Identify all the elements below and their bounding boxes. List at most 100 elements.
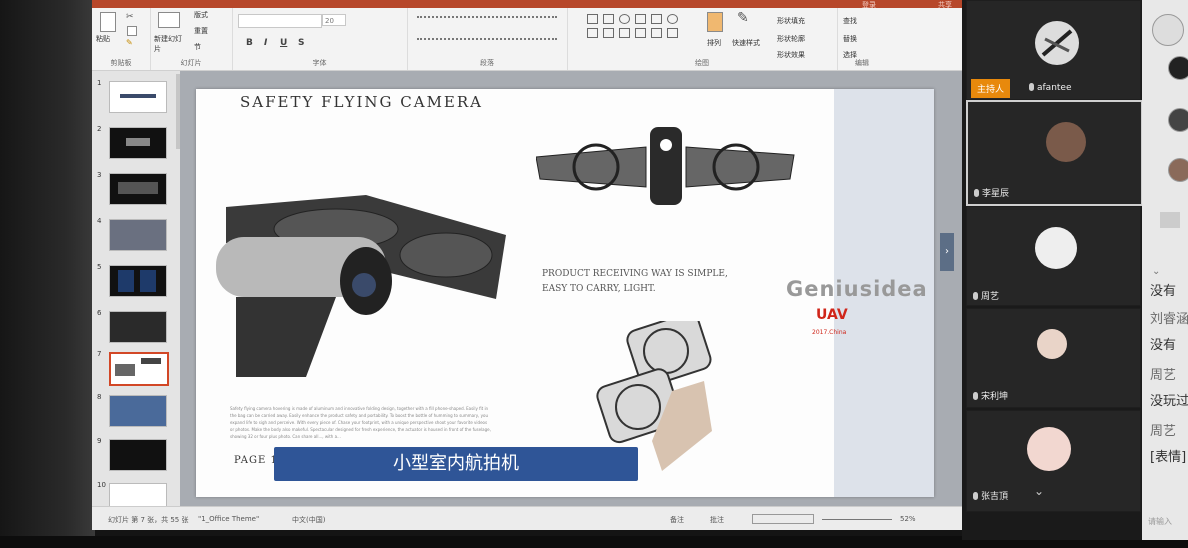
comments-button[interactable]: 批注: [710, 515, 724, 525]
thumbnail-number: 4: [97, 217, 102, 225]
ribbon: 粘贴 ✂ ✎ 剪贴板 新建幻灯片 版式 重置 节 幻灯片 20 B I U S …: [92, 8, 962, 71]
reset-button[interactable]: 重置: [194, 26, 208, 36]
italic-button[interactable]: I: [264, 38, 267, 48]
slide-title: SAFETY FLYING CAMERA: [240, 93, 483, 111]
arrange-button[interactable]: 排列: [707, 38, 721, 48]
theme-status: "1_Office Theme": [198, 515, 260, 523]
status-bar: 幻灯片 第 7 张，共 55 张 "1_Office Theme" 中文(中国)…: [92, 506, 962, 530]
participant-avatar: [1035, 227, 1077, 269]
chat-sender: 周艺: [1150, 368, 1177, 383]
participant-tile[interactable]: 周艺: [966, 206, 1141, 306]
list-buttons[interactable]: [417, 16, 557, 26]
font-name-input[interactable]: [238, 14, 322, 28]
microphone-icon: [973, 492, 978, 500]
editing-group: 查找 替换 选择 编辑: [837, 8, 887, 70]
paste-icon[interactable]: [100, 12, 116, 32]
powerpoint-window: 登录 共享 粘贴 ✂ ✎ 剪贴板 新建幻灯片 版式 重置 节 幻灯片 20 B …: [92, 0, 962, 530]
new-slide-icon[interactable]: [158, 12, 180, 28]
participant-tile[interactable]: 宋利坤: [966, 308, 1141, 408]
participant-name: 李星辰: [974, 186, 1009, 199]
zoom-level[interactable]: 52%: [900, 515, 916, 523]
participant-name-text: afantee: [1037, 83, 1072, 93]
shape-outline-button[interactable]: 形状轮廓: [777, 34, 805, 44]
format-painter-icon[interactable]: ✎: [126, 38, 133, 47]
participant-avatar: [1027, 427, 1071, 471]
participant-avatar: [1035, 21, 1079, 65]
participant-tile-speaking[interactable]: 李星辰: [966, 100, 1143, 206]
new-slide-button[interactable]: 新建幻灯片: [154, 34, 186, 54]
participant-name: 宋利坤: [973, 389, 1008, 402]
current-slide[interactable]: SAFETY FLYING CAMERA PRODUCT RECEIVING W…: [196, 89, 934, 497]
thumbnail-number: 9: [97, 437, 102, 445]
participant-tile[interactable]: 张吉頂: [966, 410, 1141, 512]
chevron-down-icon[interactable]: ⌄: [1152, 266, 1160, 277]
slides-group-label: 幻灯片: [180, 59, 202, 67]
paste-button[interactable]: 粘贴: [96, 34, 110, 44]
layout-button[interactable]: 版式: [194, 10, 208, 20]
uav-label: UAV: [816, 307, 848, 323]
bold-button[interactable]: B: [246, 38, 253, 48]
participant-name-text: 宋利坤: [981, 392, 1009, 402]
font-size-input[interactable]: 20: [322, 14, 346, 26]
next-slide-arrow-icon[interactable]: ›: [940, 233, 954, 271]
slide-thumbnail[interactable]: [109, 311, 167, 343]
participant-name-text: 周艺: [981, 292, 1000, 302]
quick-styles-icon[interactable]: ✎: [737, 10, 749, 26]
notes-button[interactable]: 备注: [670, 515, 684, 525]
slide-thumbnail-selected[interactable]: [109, 352, 169, 386]
slide-thumbnail[interactable]: [109, 127, 167, 159]
paragraph-group-label: 段落: [480, 59, 494, 67]
view-buttons[interactable]: [752, 514, 814, 524]
caption-banner: 小型室内航拍机: [274, 447, 638, 481]
chat-input[interactable]: 请输入: [1148, 516, 1172, 527]
strikethrough-button[interactable]: S: [298, 38, 304, 48]
quick-styles-button[interactable]: 快速样式: [732, 38, 760, 48]
drawing-group: 排列 ✎ 快速样式 形状填充 形状轮廓 形状效果 绘图: [567, 8, 838, 70]
chevron-down-icon[interactable]: ⌄: [1034, 484, 1044, 498]
chat-avatar: [1152, 14, 1184, 46]
chat-avatar: [1168, 56, 1188, 80]
participant-tile[interactable]: 主持人 afantee: [966, 0, 1141, 100]
chat-sender: 周艺: [1150, 424, 1177, 439]
slides-group: 新建幻灯片 版式 重置 节 幻灯片: [150, 8, 233, 70]
section-button[interactable]: 节: [194, 42, 201, 52]
microphone-icon: [973, 292, 978, 300]
alignment-buttons[interactable]: [417, 38, 557, 48]
slide-thumbnail[interactable]: [109, 219, 167, 251]
copy-icon[interactable]: [127, 26, 137, 36]
thumbnail-number: 1: [97, 79, 102, 87]
shapes-gallery[interactable]: [587, 14, 697, 54]
meeting-participants-panel: 主持人 afantee 李星辰 周艺 宋利坤 张吉頂 ⌄: [962, 0, 1143, 540]
underline-button[interactable]: U: [280, 38, 287, 48]
chat-message: 没有: [1150, 284, 1177, 299]
slide-thumbnail-pane: 1 2 3 4 5 6 7 8 9 10: [92, 71, 181, 507]
drawing-group-label: 绘图: [695, 59, 709, 67]
arrange-icon[interactable]: [707, 12, 723, 32]
cut-icon[interactable]: ✂: [126, 12, 134, 22]
slide-thumbnail[interactable]: [109, 265, 167, 297]
slide-thumbnail[interactable]: [109, 81, 167, 113]
thumbnail-number: 5: [97, 263, 102, 271]
slide-thumbnail[interactable]: [109, 483, 167, 507]
slide-count-status: 幻灯片 第 7 张，共 55 张: [108, 516, 189, 524]
replace-button[interactable]: 替换: [843, 34, 857, 44]
title-bar: 登录 共享: [92, 0, 962, 9]
slide-thumbnail[interactable]: [109, 395, 167, 427]
zoom-slider[interactable]: [822, 519, 892, 520]
paragraph-group: 段落: [407, 8, 568, 70]
language-status[interactable]: 中文(中国): [292, 515, 325, 525]
participant-avatar: [1037, 329, 1067, 359]
slide-thumbnail[interactable]: [109, 439, 167, 471]
drone-top-image: [536, 127, 795, 205]
find-button[interactable]: 查找: [843, 16, 857, 26]
shape-fill-button[interactable]: 形状填充: [777, 16, 805, 26]
slide-thumbnail[interactable]: [109, 173, 167, 205]
chat-message: [表情]: [1150, 450, 1187, 465]
participant-avatar: [1046, 122, 1086, 162]
participant-name: 张吉頂: [973, 489, 1008, 502]
uav-sublabel: 2017.China: [812, 329, 847, 336]
chat-message: 没有: [1150, 338, 1177, 353]
chat-sender: 刘睿涵: [1150, 312, 1188, 327]
chat-avatar: [1168, 158, 1188, 182]
body-paragraph: Safety flying camera hovering is made of…: [230, 406, 491, 439]
